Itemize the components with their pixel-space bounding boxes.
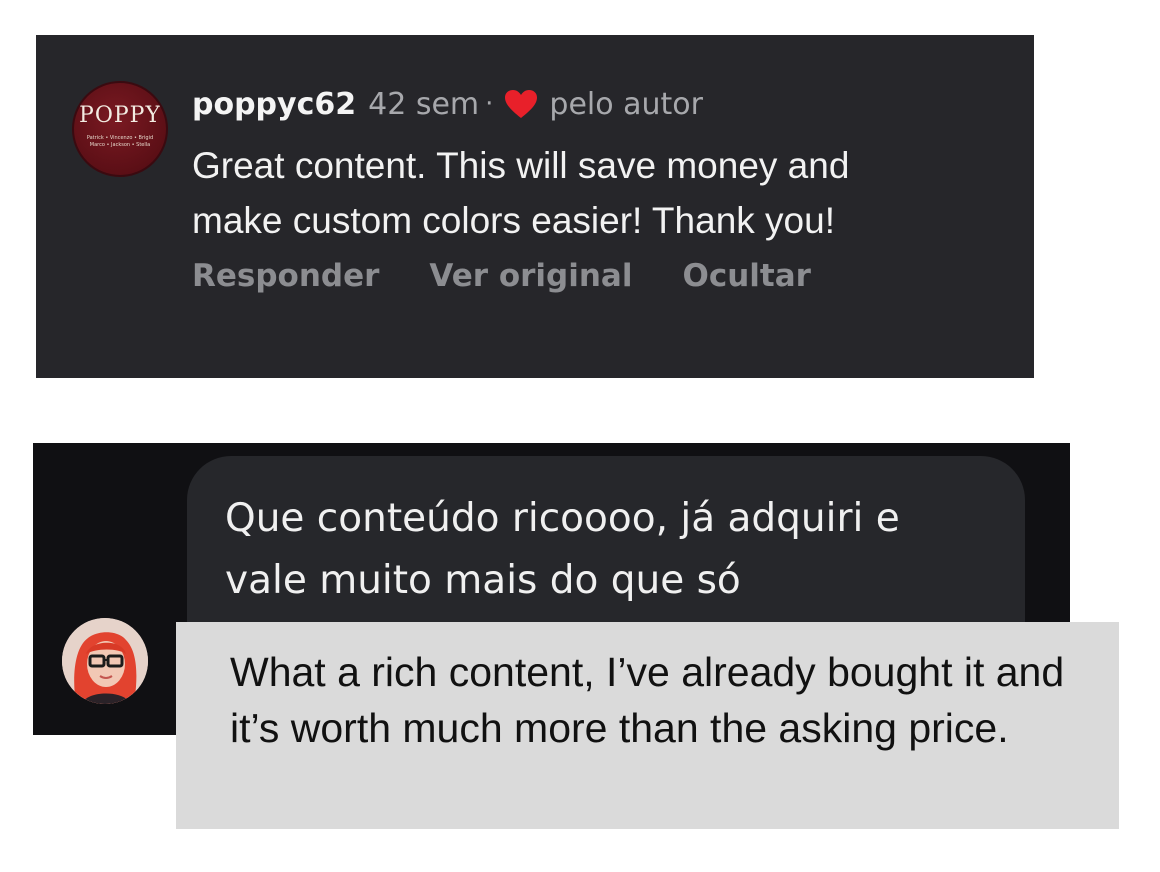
message-text: Que conteúdo ricoooo, já adquiri e vale … bbox=[225, 496, 900, 603]
comment-actions: Responder Ver original Ocultar bbox=[192, 258, 1012, 294]
comment-username[interactable]: poppyc62 bbox=[192, 87, 356, 122]
liked-by-author-label: pelo autor bbox=[549, 86, 703, 122]
see-original-button[interactable]: Ver original bbox=[429, 258, 632, 294]
comment-body: poppyc62 42 sem · pelo autor Great conte… bbox=[192, 84, 1012, 295]
comment-text: Great content. This will save money and … bbox=[192, 145, 850, 241]
comment-header: poppyc62 42 sem · pelo autor bbox=[192, 84, 1012, 124]
user-avatar-icon bbox=[62, 618, 148, 704]
translation-box: What a rich content, I’ve already bought… bbox=[176, 622, 1119, 829]
avatar-logo-text: POPPY bbox=[79, 103, 161, 128]
hide-button[interactable]: Ocultar bbox=[682, 258, 810, 294]
commenter-avatar[interactable]: POPPY Patrick • Vincenzo • Brigid Marco … bbox=[72, 81, 168, 177]
meta-separator: · bbox=[485, 89, 494, 119]
sender-avatar[interactable] bbox=[62, 618, 148, 704]
comment-time: 42 sem bbox=[368, 86, 480, 122]
translation-text: What a rich content, I’ve already bought… bbox=[230, 649, 1065, 751]
reply-button[interactable]: Responder bbox=[192, 258, 379, 294]
avatar-logo-subtext: Patrick • Vincenzo • Brigid Marco • Jack… bbox=[86, 135, 154, 148]
heart-icon bbox=[505, 90, 538, 118]
